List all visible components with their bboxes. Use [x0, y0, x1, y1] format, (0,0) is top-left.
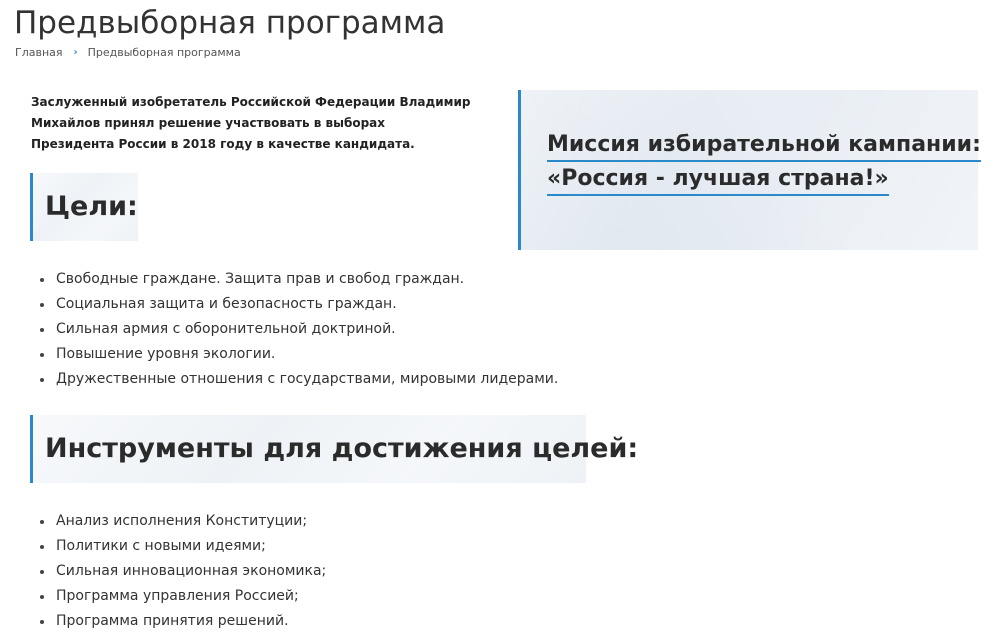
goals-heading: Цели:: [45, 191, 138, 222]
list-item: Свободные граждане. Защита прав и свобод…: [40, 267, 558, 292]
list-item-text: Повышение уровня экологии.: [56, 346, 276, 362]
bullet-icon: [40, 328, 44, 332]
page: Предвыборная программа Главная › Предвыб…: [0, 0, 1008, 643]
bullet-icon: [40, 353, 44, 357]
bullet-icon: [40, 545, 44, 549]
list-item-text: Дружественные отношения с государствами,…: [56, 371, 559, 387]
breadcrumb-home-link[interactable]: Главная: [15, 46, 63, 59]
list-item: Дружественные отношения с государствами,…: [40, 367, 558, 392]
list-item: Политики с новыми идеями;: [40, 534, 326, 559]
list-item-text: Программа принятия решений.: [56, 613, 289, 629]
list-item-text: Социальная защита и безопасность граждан…: [56, 296, 397, 312]
breadcrumb: Главная › Предвыборная программа: [15, 46, 241, 59]
goals-heading-box: Цели:: [30, 173, 138, 241]
bullet-icon: [40, 570, 44, 574]
list-item-text: Свободные граждане. Защита прав и свобод…: [56, 271, 465, 287]
bullet-icon: [40, 278, 44, 282]
goals-list: Свободные граждане. Защита прав и свобод…: [40, 267, 558, 392]
bullet-icon: [40, 303, 44, 307]
list-item-text: Сильная инновационная экономика;: [56, 563, 327, 579]
list-item: Программа управления Россией;: [40, 584, 326, 609]
tools-heading: Инструменты для достижения целей:: [45, 433, 639, 464]
list-item: Сильная армия с оборонительной доктриной…: [40, 317, 558, 342]
list-item-text: Анализ исполнения Конституции;: [56, 513, 308, 529]
breadcrumb-chevron-icon: ›: [73, 47, 78, 58]
mission-heading: Миссия избирательной кампании:: [547, 130, 981, 162]
mission-panel: Миссия избирательной кампании: «Россия -…: [518, 90, 981, 250]
intro-text: Заслуженный изобретатель Российской Феде…: [31, 95, 471, 151]
list-item: Социальная защита и безопасность граждан…: [40, 292, 558, 317]
tools-list: Анализ исполнения Конституции; Политики …: [40, 509, 326, 634]
mission-slogan: «Россия - лучшая страна!»: [547, 164, 889, 196]
page-title: Предвыборная программа: [14, 5, 446, 41]
bullet-icon: [40, 378, 44, 382]
list-item: Анализ исполнения Конституции;: [40, 509, 326, 534]
list-item: Программа принятия решений.: [40, 609, 326, 634]
breadcrumb-current: Предвыборная программа: [87, 46, 241, 59]
bullet-icon: [40, 520, 44, 524]
list-item: Повышение уровня экологии.: [40, 342, 558, 367]
bullet-icon: [40, 595, 44, 599]
list-item: Сильная инновационная экономика;: [40, 559, 326, 584]
list-item-text: Программа управления Россией;: [56, 588, 299, 604]
mission-text: Миссия избирательной кампании: «Россия -…: [547, 128, 981, 196]
bullet-icon: [40, 620, 44, 624]
list-item-text: Сильная армия с оборонительной доктриной…: [56, 321, 396, 337]
list-item-text: Политики с новыми идеями;: [56, 538, 266, 554]
tools-heading-box: Инструменты для достижения целей:: [30, 415, 639, 483]
